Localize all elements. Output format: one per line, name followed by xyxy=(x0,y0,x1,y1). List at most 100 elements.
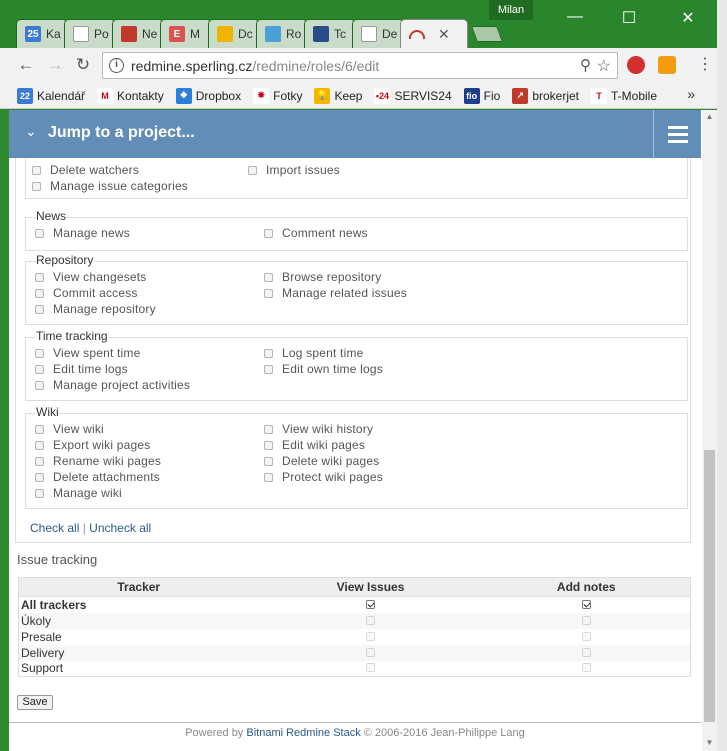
chevron-down-icon[interactable]: ⌄ xyxy=(25,123,37,140)
tab-6[interactable]: Tc xyxy=(304,19,356,48)
tab-1[interactable]: Po xyxy=(64,19,116,48)
tab-4[interactable]: Dc xyxy=(208,19,260,48)
page-scrollbar[interactable]: ▲ ▼ xyxy=(702,110,717,751)
permission-checkbox[interactable]: Manage news xyxy=(35,226,130,240)
bookmark-5[interactable]: •24 SERVIS24 xyxy=(374,87,452,104)
bookmarks-overflow-icon[interactable]: » xyxy=(687,86,695,102)
add-notes-checkbox[interactable] xyxy=(581,663,591,673)
uncheck-all-link[interactable]: Uncheck all xyxy=(89,521,151,535)
permission-checkbox[interactable]: Delete watchers xyxy=(32,163,139,177)
tab-0[interactable]: 25 Ka xyxy=(16,19,68,48)
checkbox[interactable] xyxy=(35,288,44,298)
permission-checkbox[interactable]: Protect wiki pages xyxy=(264,470,383,484)
checkbox[interactable] xyxy=(35,488,44,498)
permission-checkbox[interactable]: Manage project activities xyxy=(35,378,190,392)
permission-checkbox[interactable]: View wiki history xyxy=(264,422,373,436)
scroll-up-icon[interactable]: ▲ xyxy=(702,112,717,121)
back-icon[interactable]: ← xyxy=(15,54,37,76)
bookmark-star-icon[interactable]: ☆ xyxy=(597,56,611,76)
permission-checkbox[interactable]: Edit time logs xyxy=(35,362,128,376)
checkbox[interactable] xyxy=(35,272,44,282)
minimize-icon[interactable]: — xyxy=(565,8,585,26)
checkbox[interactable] xyxy=(35,304,44,314)
reload-icon[interactable]: ↻ xyxy=(72,54,94,76)
permission-checkbox[interactable]: Browse repository xyxy=(264,270,381,284)
bookmark-6[interactable]: fio Fio xyxy=(463,87,500,104)
view-issues-checkbox[interactable] xyxy=(366,599,375,609)
scroll-down-icon[interactable]: ▼ xyxy=(702,738,717,747)
permission-checkbox[interactable]: Delete wiki pages xyxy=(264,454,379,468)
add-notes-checkbox[interactable] xyxy=(581,647,591,657)
hamburger-menu-icon[interactable] xyxy=(653,110,701,158)
add-notes-checkbox[interactable] xyxy=(581,615,591,625)
permission-checkbox[interactable]: Log spent time xyxy=(264,346,364,360)
view-issues-checkbox[interactable] xyxy=(366,647,375,657)
opera-extension-icon[interactable] xyxy=(627,56,645,74)
chrome-menu-icon[interactable]: ⋮ xyxy=(697,54,713,74)
maximize-icon[interactable]: ☐ xyxy=(619,8,639,28)
view-issues-checkbox[interactable] xyxy=(366,663,375,673)
tab-5[interactable]: Ro xyxy=(256,19,308,48)
scrollbar-thumb[interactable] xyxy=(704,450,715,722)
permission-checkbox[interactable]: Import issues xyxy=(248,163,340,177)
checkbox[interactable] xyxy=(32,165,41,175)
permission-checkbox[interactable]: Delete attachments xyxy=(35,470,160,484)
checkbox[interactable] xyxy=(264,440,273,450)
permission-checkbox[interactable]: Commit access xyxy=(35,286,138,300)
tab-close-icon[interactable]: ✕ xyxy=(438,26,450,43)
tab-active[interactable]: ✕ xyxy=(400,19,468,48)
checkbox[interactable] xyxy=(32,181,41,191)
checkbox[interactable] xyxy=(264,272,273,282)
permission-checkbox[interactable]: Manage wiki xyxy=(35,486,122,500)
checkbox[interactable] xyxy=(35,440,44,450)
info-icon[interactable]: i xyxy=(109,58,124,73)
checkbox[interactable] xyxy=(35,228,44,238)
checkbox[interactable] xyxy=(264,348,273,358)
checkbox[interactable] xyxy=(264,228,273,238)
rss-extension-icon[interactable] xyxy=(658,56,676,74)
permission-checkbox[interactable]: View changesets xyxy=(35,270,147,284)
forward-icon[interactable]: → xyxy=(44,54,66,76)
permission-checkbox[interactable]: Comment news xyxy=(264,226,368,240)
check-all-link[interactable]: Check all xyxy=(30,521,79,535)
checkbox[interactable] xyxy=(35,472,44,482)
checkbox[interactable] xyxy=(35,456,44,466)
checkbox[interactable] xyxy=(35,424,44,434)
add-notes-checkbox[interactable] xyxy=(581,599,591,609)
new-tab-button[interactable] xyxy=(471,26,503,42)
permission-checkbox[interactable]: View wiki xyxy=(35,422,104,436)
bookmark-0[interactable]: 22 Kalendář xyxy=(17,87,85,104)
bookmark-7[interactable]: ↗ brokerjet xyxy=(512,87,579,104)
add-notes-checkbox[interactable] xyxy=(581,631,591,641)
permission-checkbox[interactable]: Edit own time logs xyxy=(264,362,383,376)
bookmark-4[interactable]: 💡 Keep xyxy=(314,87,362,104)
save-button[interactable]: Save xyxy=(17,695,53,710)
checkbox[interactable] xyxy=(264,364,273,374)
tab-2[interactable]: Ne xyxy=(112,19,164,48)
address-bar[interactable]: i redmine.sperling.cz/redmine/roles/6/ed… xyxy=(102,52,618,79)
checkbox[interactable] xyxy=(35,364,44,374)
permission-checkbox[interactable]: Edit wiki pages xyxy=(264,438,365,452)
permission-checkbox[interactable]: Manage related issues xyxy=(264,286,407,300)
permission-checkbox[interactable]: Manage repository xyxy=(35,302,156,316)
jump-to-project[interactable]: Jump to a project... xyxy=(48,124,195,142)
checkbox[interactable] xyxy=(248,165,257,175)
bookmark-8[interactable]: T T-Mobile xyxy=(591,87,657,104)
checkbox[interactable] xyxy=(35,348,44,358)
permission-checkbox[interactable]: Rename wiki pages xyxy=(35,454,161,468)
tab-7[interactable]: De xyxy=(352,19,404,48)
view-issues-checkbox[interactable] xyxy=(366,615,375,625)
tab-3[interactable]: EM xyxy=(160,19,212,48)
zoom-icon[interactable]: ⚲ xyxy=(580,56,591,74)
checkbox[interactable] xyxy=(35,380,44,390)
view-issues-checkbox[interactable] xyxy=(366,631,375,641)
checkbox[interactable] xyxy=(264,472,273,482)
close-window-icon[interactable]: ✕ xyxy=(678,8,698,28)
checkbox[interactable] xyxy=(264,456,273,466)
permission-checkbox[interactable]: Export wiki pages xyxy=(35,438,150,452)
bitnami-link[interactable]: Bitnami Redmine Stack xyxy=(246,727,360,739)
bookmark-1[interactable]: M Kontakty xyxy=(97,87,164,104)
permission-checkbox[interactable]: View spent time xyxy=(35,346,141,360)
checkbox[interactable] xyxy=(264,288,273,298)
permission-checkbox[interactable]: Manage issue categories xyxy=(32,179,188,193)
